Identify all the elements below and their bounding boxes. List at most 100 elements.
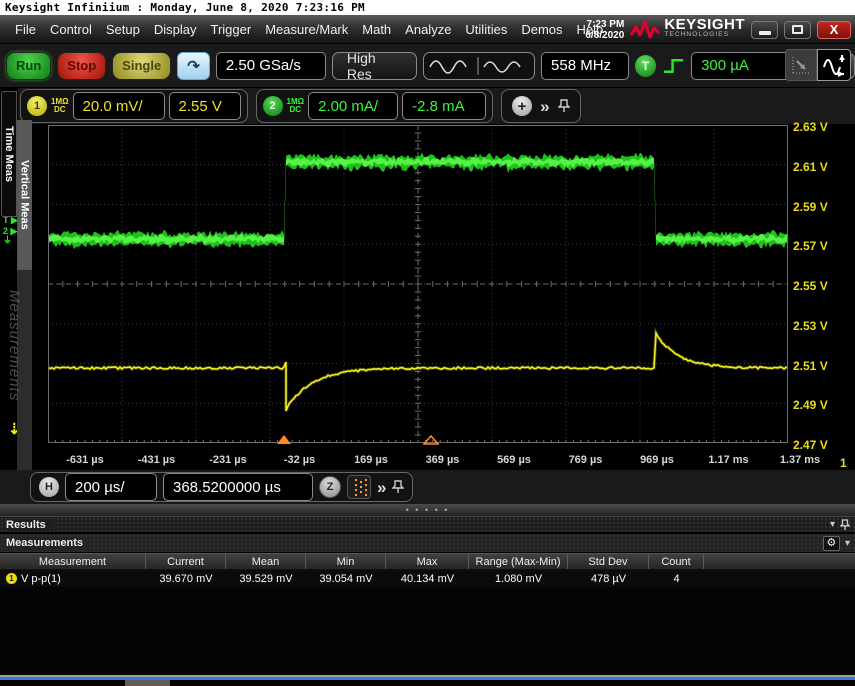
bottom-strip-tab — [125, 680, 170, 686]
marker-dots-button[interactable] — [347, 475, 371, 499]
sidebar-tab-vertical-meas[interactable]: Vertical Meas — [17, 120, 32, 270]
touch-toggle-button[interactable]: ↷ — [177, 52, 210, 80]
table-header-current[interactable]: Current — [146, 554, 226, 569]
menu-item-display[interactable]: Display — [147, 22, 204, 37]
channel-2-mode: DC — [287, 106, 305, 114]
table-header-min[interactable]: Min — [306, 554, 386, 569]
restore-icon — [792, 25, 803, 34]
waveform-svg — [48, 125, 788, 443]
y-axis-label: 2.59 V — [793, 200, 849, 214]
horizontal-pin-icon[interactable] — [392, 480, 404, 494]
horizontal-button[interactable]: H — [39, 477, 59, 497]
minimize-button[interactable] — [751, 21, 778, 39]
timebase-position-display[interactable]: 368.5200000 µs — [163, 473, 313, 501]
results-title: Results — [6, 519, 54, 531]
horizontal-more-chevrons[interactable]: » — [377, 479, 386, 496]
y-axis-label: 2.61 V — [793, 160, 849, 174]
zoom-button[interactable]: Z — [319, 476, 341, 498]
run-button[interactable]: Run — [6, 52, 51, 80]
y-axis-label: 2.63 V — [793, 120, 849, 134]
axis-channel-indicator: 1 — [840, 456, 847, 470]
restore-button[interactable] — [784, 21, 811, 39]
channel-2-ground-marker-icon[interactable]: 2 ▶⏚ — [3, 227, 17, 245]
waveform-display-area[interactable]: 2.63 V2.61 V2.59 V2.57 V2.55 V2.53 V2.51… — [0, 124, 855, 470]
acquisition-mode-button[interactable]: High Res — [332, 52, 417, 80]
results-panel-header[interactable]: Results ▾ — [0, 516, 855, 532]
trigger-indicator[interactable]: T — [635, 55, 656, 77]
channel-2-offset-display[interactable]: -2.8 mA — [402, 92, 486, 120]
minimize-icon — [759, 31, 771, 35]
results-collapse-caret[interactable]: ▾ — [830, 519, 835, 530]
bandwidth-display[interactable]: 558 MHz — [541, 52, 629, 80]
keysight-logo: KEYSIGHT TECHNOLOGIES — [630, 19, 745, 41]
trigger-edge-icon[interactable] — [662, 55, 685, 77]
panel-splitter[interactable]: • • • • • — [0, 504, 855, 516]
channel-1-scale-display[interactable]: 20.0 mV/ — [73, 92, 165, 120]
waveform-style-button[interactable] — [423, 52, 535, 80]
channel-1-button[interactable]: 1 — [27, 96, 47, 116]
pan-zoom-button[interactable] — [817, 49, 851, 81]
channel-1-offset-display[interactable]: 2.55 V — [169, 92, 241, 120]
x-axis-label: 1.17 ms — [708, 454, 748, 466]
table-header-std-dev[interactable]: Std Dev — [568, 554, 649, 569]
table-header-mean[interactable]: Mean — [226, 554, 306, 569]
x-axis-label: 169 µs — [354, 454, 388, 466]
more-chevrons[interactable]: » — [540, 98, 549, 115]
menu-item-demos[interactable]: Demos — [514, 22, 569, 37]
channel-2-coupling-badge[interactable]: 1MΩ DC — [287, 98, 305, 114]
zoom-box-icon — [790, 54, 812, 76]
add-waveform-button[interactable]: + — [512, 96, 532, 116]
acquisition-toolbar: Run Stop Single ↷ 2.50 GSa/s High Res 55… — [0, 44, 855, 88]
x-axis-label: -631 µs — [66, 454, 104, 466]
measurement-value: 39.529 mV — [226, 570, 306, 587]
pin-icon[interactable] — [558, 99, 570, 113]
measurement-value: 478 µV — [568, 570, 649, 587]
measurement-value: 4 — [649, 570, 704, 587]
pan-zoom-waveform-icon — [821, 53, 847, 77]
channel-2-group: 2 1MΩ DC 2.00 mA/ -2.8 mA — [256, 89, 494, 123]
measurements-collapse-caret[interactable]: ▾ — [845, 538, 850, 549]
channel-1-mode: DC — [51, 106, 69, 114]
window-title: Keysight Infiniium : Monday, June 8, 202… — [0, 0, 855, 15]
table-row[interactable]: 1V p-p(1)39.670 mV39.529 mV39.054 mV40.1… — [0, 570, 855, 587]
timebase-scale-display[interactable]: 200 µs/ — [65, 473, 157, 501]
table-header-max[interactable]: Max — [386, 554, 469, 569]
trigger-time-marker-icon[interactable] — [277, 435, 291, 444]
single-button[interactable]: Single — [112, 52, 171, 80]
measurement-value: 39.670 mV — [146, 570, 226, 587]
measurement-value: 40.134 mV — [386, 570, 469, 587]
channel-2-scale-display[interactable]: 2.00 mA/ — [308, 92, 398, 120]
measurements-panel-header[interactable]: Measurements ⚙ ▾ — [0, 533, 855, 552]
clock[interactable]: 7:23 PM 6/8/2020 — [585, 19, 624, 41]
table-header-range-max-min-[interactable]: Range (Max-Min) — [469, 554, 568, 569]
menu-item-math[interactable]: Math — [355, 22, 398, 37]
table-header-count[interactable]: Count — [649, 554, 704, 569]
menu-item-measure-mark[interactable]: Measure/Mark — [258, 22, 355, 37]
channel-1-group: 1 1MΩ DC 20.0 mV/ 2.55 V — [20, 89, 248, 123]
sidebar-tab-time-meas[interactable]: Time Meas — [1, 91, 17, 217]
menu-item-setup[interactable]: Setup — [99, 22, 147, 37]
stop-button[interactable]: Stop — [57, 52, 106, 80]
menu-item-file[interactable]: File — [8, 22, 43, 37]
measurements-title: Measurements — [6, 537, 91, 549]
channel-1-coupling-badge[interactable]: 1MΩ DC — [51, 98, 69, 114]
menu-item-analyze[interactable]: Analyze — [398, 22, 458, 37]
horizontal-reference-marker-icon[interactable] — [423, 435, 437, 444]
channel-2-button[interactable]: 2 — [263, 96, 283, 116]
sample-rate-display[interactable]: 2.50 GSa/s — [216, 52, 326, 80]
menu-item-trigger[interactable]: Trigger — [203, 22, 258, 37]
close-button[interactable]: X — [817, 21, 851, 39]
y-axis-label: 2.51 V — [793, 359, 849, 373]
zoom-box-button[interactable] — [785, 49, 817, 81]
measurements-settings-button[interactable]: ⚙ — [823, 536, 840, 551]
menu-item-utilities[interactable]: Utilities — [458, 22, 514, 37]
x-axis-label: -32 µs — [284, 454, 315, 466]
scope-grid[interactable] — [48, 125, 788, 443]
table-header-measurement[interactable]: Measurement — [0, 554, 146, 569]
y-axis-label: 2.55 V — [793, 279, 849, 293]
trigger-level-display[interactable]: 300 µA — [691, 52, 791, 80]
menu-item-control[interactable]: Control — [43, 22, 99, 37]
trigger-level-marker-icon[interactable]: T ▶ — [3, 216, 18, 225]
x-axis-label: 969 µs — [640, 454, 674, 466]
results-pin-icon[interactable] — [840, 519, 850, 531]
